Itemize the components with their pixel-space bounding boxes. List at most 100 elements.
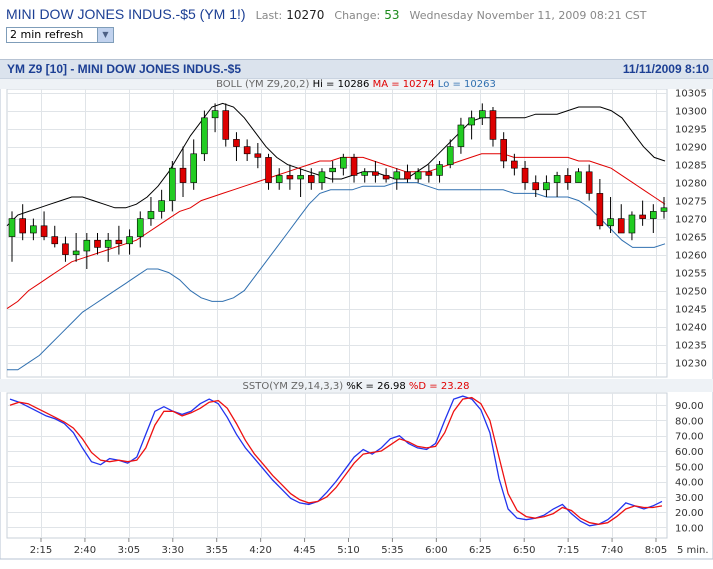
x-tick-label: 6:50 — [513, 545, 535, 556]
candle-body — [40, 225, 48, 237]
candle-body — [596, 193, 604, 227]
candle-body — [104, 239, 112, 248]
legend-entry: %D = 23.28 — [409, 381, 470, 392]
candle-body — [83, 239, 91, 252]
candle-body — [521, 167, 529, 183]
price-y-tick-label: 10250 — [675, 287, 707, 298]
candle-body — [564, 175, 572, 183]
candle-body — [126, 236, 133, 245]
candle-body — [617, 218, 625, 234]
x-tick-label: 7:15 — [557, 545, 579, 556]
x-tick-label: 2:40 — [74, 545, 96, 556]
legend-entry: Lo = 10263 — [438, 79, 496, 90]
candle-body — [340, 157, 347, 169]
price-y-tick-label: 10275 — [675, 197, 707, 208]
price-y-tick-label: 10260 — [675, 251, 707, 262]
candle-body — [8, 218, 16, 237]
legend-entry: %K = 26.98 — [346, 381, 409, 392]
x-tick-label: 6:25 — [469, 545, 491, 556]
indicator-name: BOLL (YM Z9,20,2) — [216, 79, 312, 90]
stochastic-y-tick-label: 60.00 — [675, 447, 704, 458]
candle-body — [62, 243, 69, 255]
candle-body — [372, 171, 379, 176]
candle-body — [393, 171, 401, 180]
candle-body — [94, 239, 101, 248]
panel-title: BOLL (YM Z9,20,2) Hi = 10286 MA = 10274 … — [216, 79, 496, 90]
price-y-tick-label: 10300 — [675, 107, 707, 118]
x-tick-label: 6:00 — [425, 545, 447, 556]
candle-body — [19, 218, 26, 234]
price-y-tick-label: 10230 — [675, 359, 707, 370]
stochastic-y-tick-label: 70.00 — [675, 432, 704, 443]
price-y-tick-label: 10240 — [675, 323, 707, 334]
price-y-tick-label: 10305 — [675, 89, 707, 100]
candle-body — [265, 157, 272, 183]
x-tick-label: 4:20 — [249, 545, 271, 556]
candle-body — [233, 139, 240, 147]
candle-body — [350, 157, 358, 176]
indicator-name: SSTO(YM Z9,14,3,3) — [243, 381, 347, 392]
candle-body — [275, 175, 283, 183]
candle-body — [607, 218, 614, 227]
candle-body — [511, 160, 518, 169]
candle-body — [190, 153, 198, 183]
candle-body — [543, 182, 550, 191]
candle-body — [457, 124, 465, 147]
candle-body — [489, 110, 497, 140]
candle-body — [425, 171, 433, 176]
candle-body — [382, 175, 390, 180]
candle-body — [575, 171, 582, 183]
candle-body — [72, 250, 80, 255]
x-tick-label: 3:05 — [118, 545, 140, 556]
candle-body — [158, 200, 165, 212]
candle-body — [211, 110, 219, 119]
candle-body — [628, 214, 636, 234]
price-y-tick-label: 10290 — [675, 143, 707, 154]
x-tick-label: 3:55 — [205, 545, 227, 556]
stochastic-header: SSTO(YM Z9,14,3,3) %K = 26.98 %D = 23.28 — [243, 381, 470, 392]
candle-body — [414, 171, 422, 180]
stochastic-y-tick-label: 20.00 — [675, 508, 704, 519]
price-y-tick-label: 10295 — [675, 125, 707, 136]
price-y-tick-label: 10245 — [675, 305, 707, 316]
candle-body — [179, 167, 187, 183]
candle-body — [30, 225, 37, 234]
stochastic-y-tick-label: 80.00 — [675, 416, 704, 427]
candle-body — [500, 139, 507, 162]
stochastic-y-tick-label: 30.00 — [675, 493, 704, 504]
candle-body — [660, 207, 668, 212]
x-tick-label: 7:40 — [601, 545, 623, 556]
candle-body — [115, 239, 123, 245]
candle-body — [147, 211, 155, 219]
price-y-tick-label: 10280 — [675, 179, 707, 190]
candle-body — [650, 211, 657, 219]
x-tick-label: 3:30 — [162, 545, 184, 556]
x-tick-label: 5:10 — [337, 545, 359, 556]
stochastic-y-tick-label: 90.00 — [675, 401, 704, 412]
boll-header: BOLL (YM Z9,20,2) Hi = 10286 MA = 10274 … — [216, 79, 496, 90]
x-tick-label: 8:05 — [645, 545, 667, 556]
candle-body — [318, 171, 326, 183]
candle-body — [307, 175, 315, 183]
price-y-tick-label: 10270 — [675, 215, 707, 226]
candle-body — [201, 117, 208, 155]
candle-body — [532, 182, 540, 191]
candle-body — [478, 110, 486, 119]
legend-entry: MA = 10274 — [373, 79, 438, 90]
x-tick-label: 4:45 — [293, 545, 315, 556]
price-y-tick-label: 10265 — [675, 233, 707, 244]
candle — [201, 110, 208, 161]
candle-body — [51, 236, 59, 245]
candle-body — [286, 175, 294, 180]
candle-body — [585, 171, 593, 194]
candle-body — [329, 167, 336, 173]
candle-body — [361, 171, 369, 176]
price-y-tick-label: 10255 — [675, 269, 707, 280]
price-y-tick-label: 10235 — [675, 341, 707, 352]
candle-body — [254, 153, 262, 158]
candle-body — [468, 117, 475, 126]
price-chart: 10230 10235 10240 10245 10250 10255 10260 10265… — [0, 78, 713, 560]
candle-body — [639, 214, 646, 219]
candle-body — [404, 171, 411, 180]
candle-body — [446, 146, 454, 165]
